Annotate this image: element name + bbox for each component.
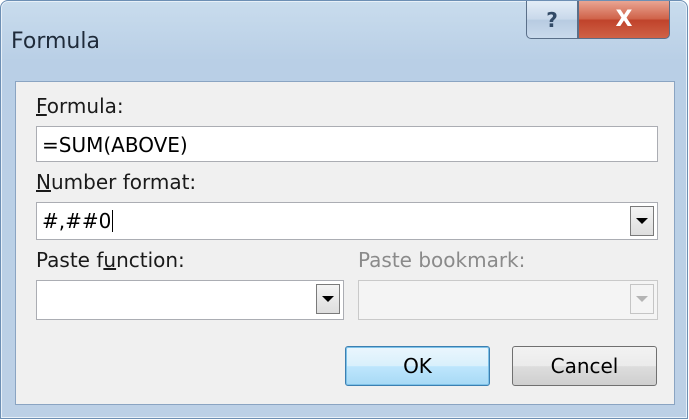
formula-input[interactable]: =SUM(ABOVE) (36, 126, 658, 162)
formula-value: =SUM(ABOVE) (42, 133, 188, 157)
paste-function-label: Paste function: (36, 248, 185, 272)
paste-bookmark-dropdown-button (630, 284, 654, 314)
help-icon: ? (546, 7, 558, 32)
dialog-title: Formula (11, 29, 100, 54)
title-bar[interactable]: Formula ? X (1, 1, 687, 81)
number-format-label: Number format: (36, 170, 197, 194)
close-button[interactable]: X (578, 1, 670, 39)
chevron-down-icon (636, 218, 648, 224)
paste-bookmark-combobox (358, 280, 658, 320)
paste-function-combobox[interactable] (36, 280, 344, 320)
help-button[interactable]: ? (526, 1, 578, 39)
ok-button[interactable]: OK (345, 346, 490, 386)
dialog-body: Formula: =SUM(ABOVE) Number format: #,##… (15, 81, 675, 405)
cancel-button[interactable]: Cancel (512, 346, 657, 386)
paste-bookmark-label: Paste bookmark: (358, 248, 526, 272)
number-format-dropdown-button[interactable] (630, 206, 654, 236)
formula-dialog: Formula ? X Formula: =SUM(ABOVE) Number … (0, 0, 688, 419)
formula-label: Formula: (36, 94, 124, 118)
number-format-value: #,##0 (42, 209, 114, 233)
number-format-combobox[interactable]: #,##0 (36, 202, 658, 240)
chevron-down-icon (322, 296, 334, 302)
close-icon: X (615, 7, 633, 32)
paste-function-dropdown-button[interactable] (316, 284, 340, 314)
chevron-down-icon (636, 296, 648, 302)
